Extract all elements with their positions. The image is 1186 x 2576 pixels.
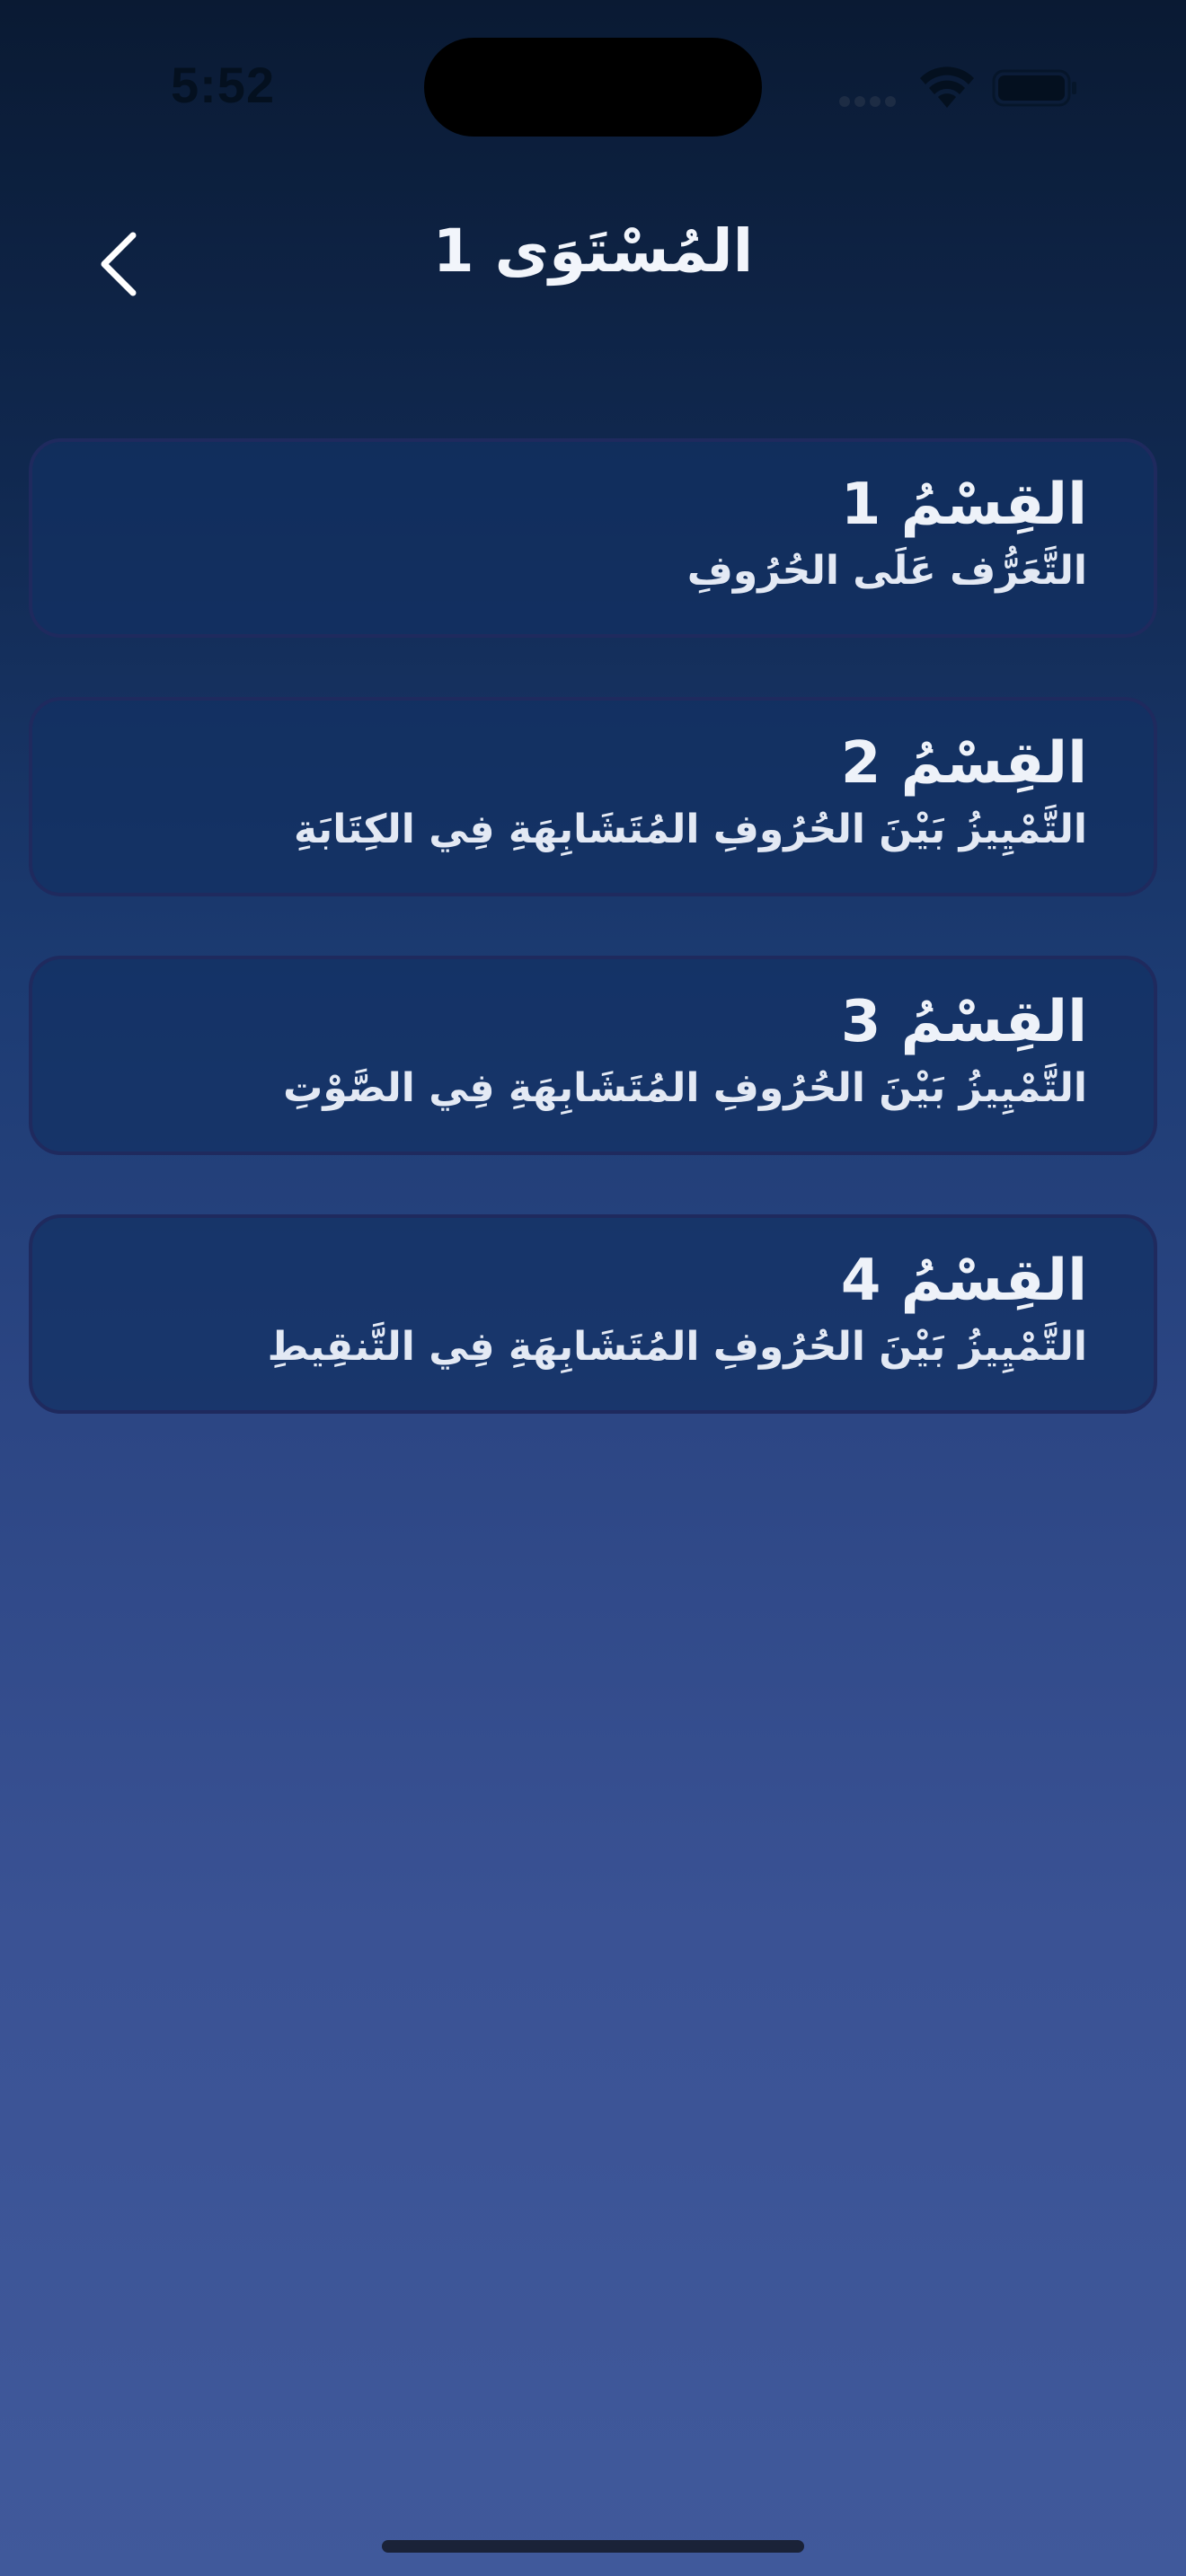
battery-icon — [992, 68, 1078, 108]
section-title: القِسْمُ 2 — [840, 730, 1087, 797]
section-card-3[interactable]: القِسْمُ 3 التَّمْيِيزُ بَيْنَ الحُرُوفِ… — [29, 956, 1157, 1155]
section-card-2[interactable]: القِسْمُ 2 التَّمْيِيزُ بَيْنَ الحُرُوفِ… — [29, 697, 1157, 896]
section-list: القِسْمُ 1 التَّعَرُّف عَلَى الحُرُوفِ ا… — [29, 438, 1157, 1473]
wifi-icon — [918, 66, 976, 110]
section-card-4[interactable]: القِسْمُ 4 التَّمْيِيزُ بَيْنَ الحُرُوفِ… — [29, 1214, 1157, 1414]
section-title: القِسْمُ 1 — [840, 472, 1087, 538]
section-subtitle: التَّمْيِيزُ بَيْنَ الحُرُوفِ المُتَشَاب… — [283, 1065, 1087, 1111]
dynamic-island — [424, 38, 762, 137]
section-title: القِسْمُ 3 — [840, 989, 1087, 1055]
section-subtitle: التَّعَرُّف عَلَى الحُرُوفِ — [686, 548, 1087, 594]
nav-header: المُسْتَوَى 1 — [0, 180, 1186, 332]
cellular-signal-icon — [839, 93, 902, 107]
section-card-1[interactable]: القِسْمُ 1 التَّعَرُّف عَلَى الحُرُوفِ — [29, 438, 1157, 638]
status-bar: 5:52 — [0, 0, 1186, 171]
section-subtitle: التَّمْيِيزُ بَيْنَ الحُرُوفِ المُتَشَاب… — [267, 1324, 1087, 1370]
section-title: القِسْمُ 4 — [840, 1248, 1087, 1314]
home-indicator[interactable] — [382, 2540, 804, 2553]
page-title: المُسْتَوَى 1 — [432, 216, 754, 286]
section-subtitle: التَّمْيِيزُ بَيْنَ الحُرُوفِ المُتَشَاب… — [294, 807, 1087, 852]
status-time: 5:52 — [171, 57, 276, 113]
